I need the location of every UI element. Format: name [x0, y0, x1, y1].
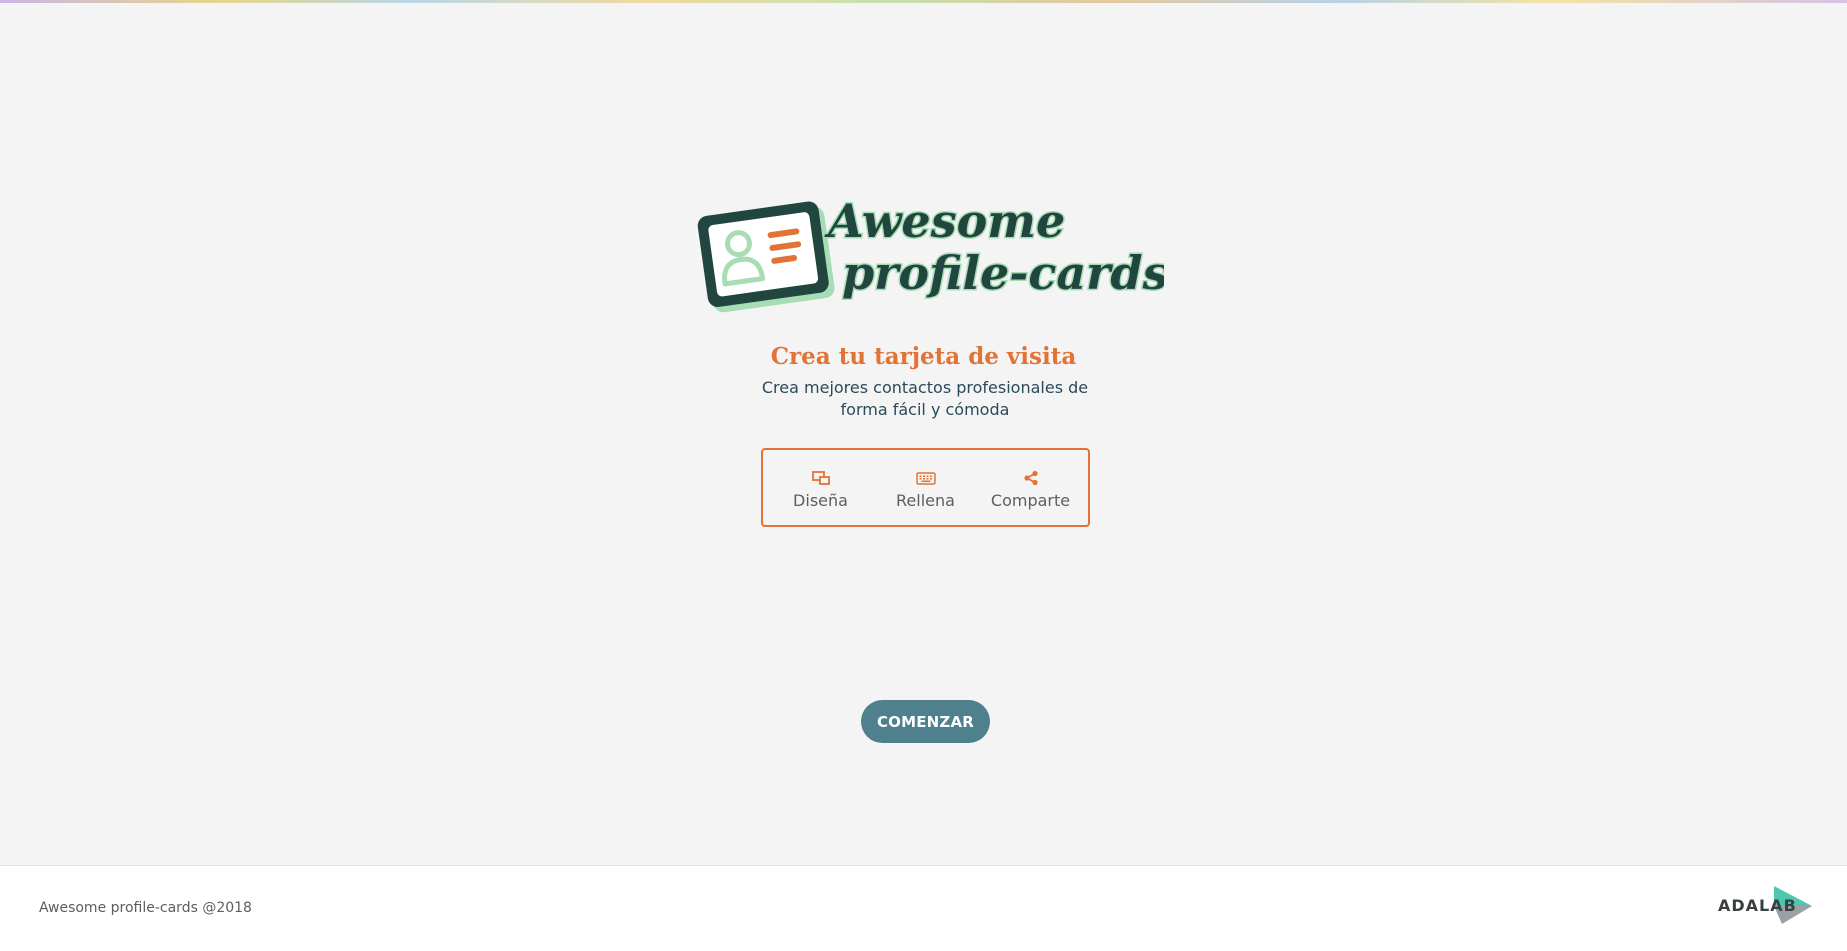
step-share: Comparte	[978, 469, 1083, 510]
keyboard-icon	[915, 469, 936, 487]
app-logo: Awesome profile-cards	[688, 189, 1164, 319]
logo-title-line1: Awesome	[824, 194, 1065, 248]
start-button[interactable]: COMENZAR	[861, 700, 990, 743]
adalab-logo-text: ADALAB	[1718, 896, 1797, 915]
step-label: Rellena	[896, 491, 955, 510]
logo-title-line2: profile-cards	[842, 246, 1164, 300]
design-icon	[811, 469, 830, 487]
page-heading: Crea tu tarjeta de visita	[770, 343, 1077, 370]
profile-card-icon	[697, 201, 835, 313]
adalab-logo[interactable]: ADALAB	[1716, 884, 1812, 926]
page-subheading: Crea mejores contactos profesionales de …	[761, 378, 1089, 419]
step-label: Diseña	[793, 491, 848, 510]
step-design: Diseña	[768, 469, 873, 510]
share-icon	[1023, 469, 1039, 487]
footer-copyright: Awesome profile-cards @2018	[39, 900, 252, 916]
steps-box: Diseña Rellena Comparte	[761, 448, 1090, 527]
landing-main: Awesome profile-cards Crea tu tarjeta de…	[0, 3, 1847, 865]
step-fill: Rellena	[873, 469, 978, 510]
footer: Awesome profile-cards @2018 ADALAB	[0, 865, 1847, 951]
step-label: Comparte	[990, 491, 1071, 510]
